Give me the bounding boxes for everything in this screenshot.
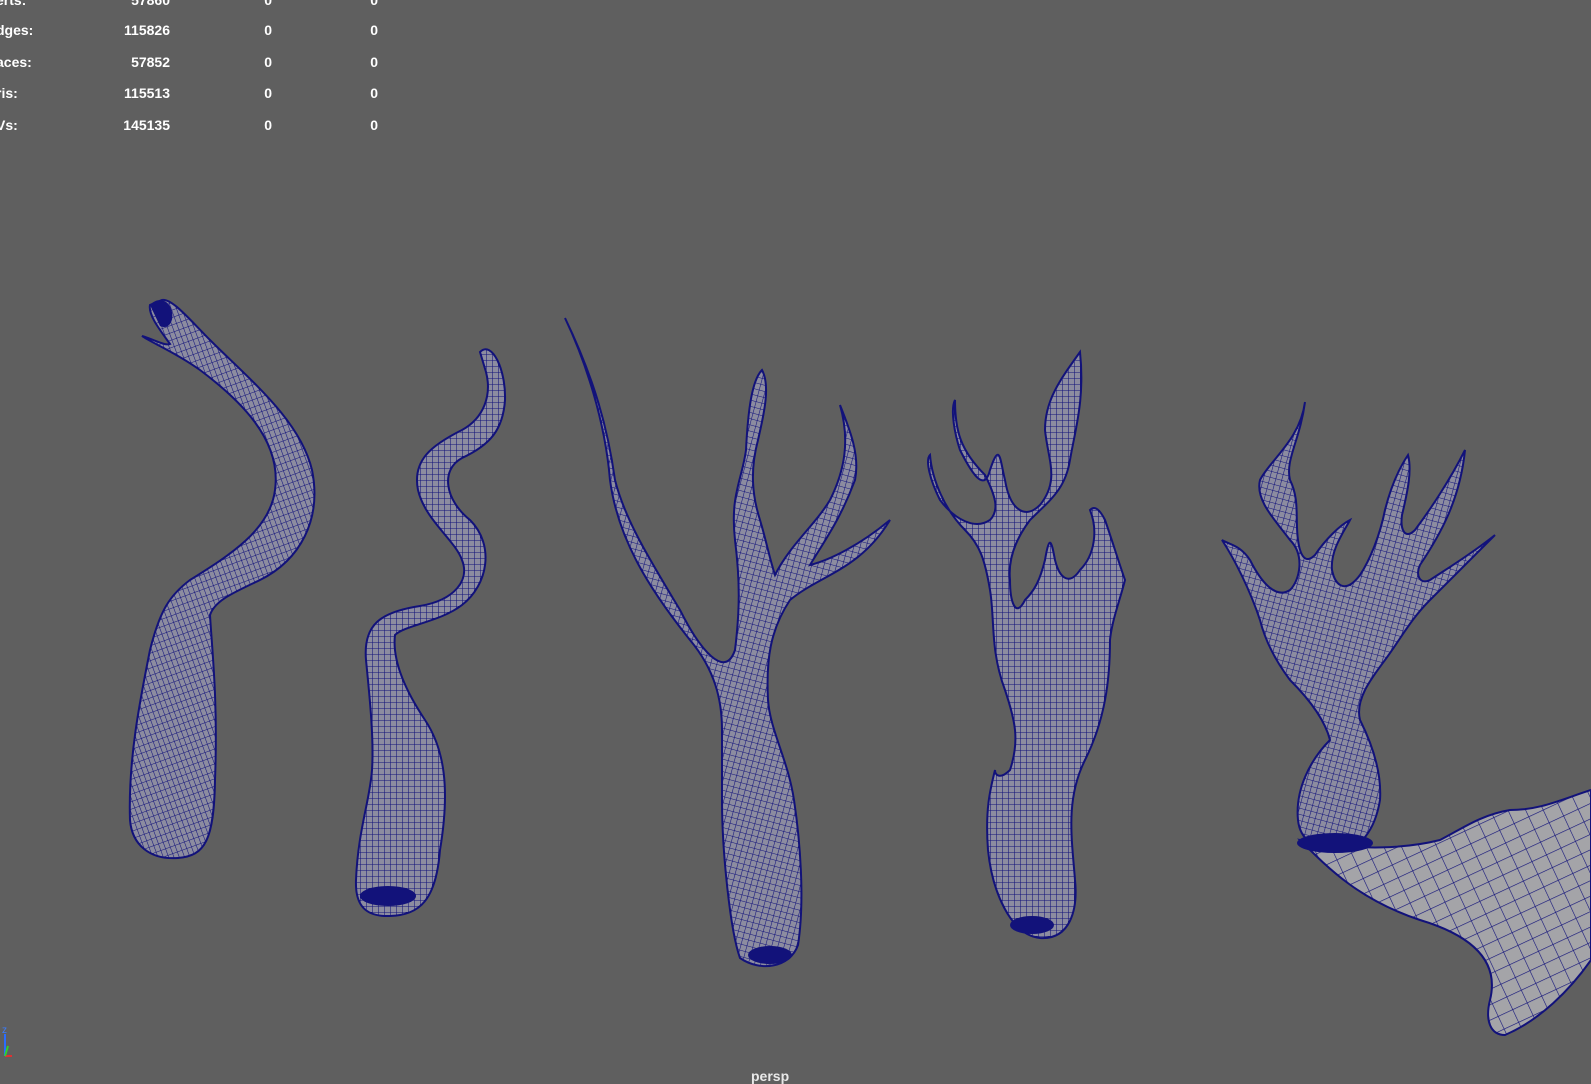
hud-value: 0 [370,85,378,101]
root-mesh-2[interactable] [354,348,507,918]
axis-z-label: z [2,1025,7,1036]
scene-canvas[interactable] [0,0,1591,1080]
hud-value: 0 [370,22,378,38]
axis-gizmo-icon: z [2,1025,12,1057]
root-mesh-3[interactable] [564,317,891,967]
hud-value: 0 [370,0,378,8]
hud-value: 0 [370,117,378,133]
root-mesh-1[interactable] [128,298,316,860]
root-mesh-4[interactable] [927,349,1127,940]
camera-name-label: persp [751,1068,790,1084]
viewport-persp[interactable]: erts: 57860 0 0 dges: 115826 0 0 aces: 5… [0,0,1591,1084]
hud-value: 0 [370,54,378,70]
root-mesh-5[interactable] [1221,401,1591,1037]
